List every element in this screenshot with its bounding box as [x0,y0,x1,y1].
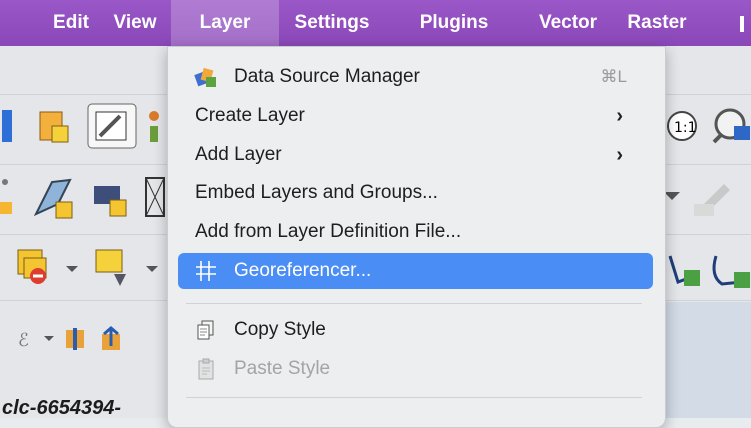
style-manager-icon[interactable] [86,102,138,150]
paste-style-icon [198,358,214,380]
menu-overflow-partial[interactable] [740,14,751,34]
menu-item-label: Georeferencer... [234,260,372,281]
zoom-last-icon[interactable] [708,102,751,150]
chevron-right-icon: › [616,144,623,166]
menu-separator [186,303,642,304]
remove-layer-icon[interactable] [14,246,54,290]
menu-item-data-source-manager[interactable]: Data Source Manager ⌘L [178,59,653,95]
rotate-label-icon[interactable] [96,324,126,354]
menu-item-label: Paste Style [234,358,331,379]
label-tool-icon[interactable]: ℰ [16,326,42,354]
zoom-native-resolution-icon[interactable]: 1:1 [664,104,704,148]
svg-text:ℰ: ℰ [18,330,29,351]
menu-item-label: Create Layer [195,105,305,126]
copy-style-icon [197,320,214,340]
menu-raster[interactable]: Raster [618,0,696,46]
menu-item-label: Add Layer [195,144,282,165]
menu-view[interactable]: View [104,0,166,46]
menu-vector[interactable]: Vector [528,0,608,46]
layer-menu-dropdown: Data Source Manager ⌘L Create Layer › Ad… [167,46,666,428]
digitize-line-icon[interactable] [30,174,78,220]
menu-item-add-from-definition-file[interactable]: Add from Layer Definition File... [178,214,653,250]
menu-settings[interactable]: Settings [280,0,384,46]
menu-item-paste-style[interactable]: Paste Style [178,351,653,387]
svg-text:1:1: 1:1 [674,120,697,136]
dropdown-arrow-icon[interactable] [142,260,162,276]
menu-bar: Edit View Layer Settings Plugins Vector … [0,0,751,46]
toolbar-icon-partial[interactable] [0,106,14,146]
menu-layer[interactable]: Layer [171,0,279,46]
toolbar-icon-partial[interactable] [0,176,14,218]
layer-name-text: clc-6654394- [2,397,121,419]
menu-item-label: Embed Layers and Groups... [195,182,438,203]
menu-plugins[interactable]: Plugins [406,0,502,46]
chevron-right-icon: › [616,105,623,127]
add-point-layer-icon[interactable] [92,246,132,290]
dropdown-arrow-icon[interactable] [62,260,82,276]
toolbar-icon-dropdown-partial[interactable] [664,178,744,218]
menu-item-georeferencer[interactable]: Georeferencer... [178,253,653,289]
menu-separator [186,397,642,398]
menu-item-label: Add from Layer Definition File... [195,221,462,242]
new-print-layout-icon[interactable] [34,106,74,146]
menu-edit[interactable]: Edit [40,0,102,46]
vertex-tool-icon[interactable] [664,246,704,290]
menu-item-create-layer[interactable]: Create Layer › [178,98,653,134]
toolbar-icon-partial[interactable] [144,106,164,146]
menu-item-add-layer[interactable]: Add Layer › [178,137,653,173]
move-label-icon[interactable] [60,324,90,354]
menu-item-embed-layers[interactable]: Embed Layers and Groups... [178,175,653,211]
toolbar-icon-partial[interactable] [144,174,166,220]
map-canvas[interactable] [664,302,751,418]
menu-item-label: Copy Style [234,319,326,340]
georeferencer-grid-icon [196,261,216,281]
node-tool-icon[interactable] [708,246,751,290]
data-source-manager-icon [194,67,216,87]
menu-item-label: Data Source Manager [234,66,420,87]
dropdown-arrow-icon[interactable] [42,332,56,346]
add-vector-feature-icon[interactable] [88,176,132,220]
menu-item-copy-style[interactable]: Copy Style [178,312,653,348]
shortcut-label: ⌘L [600,67,627,86]
